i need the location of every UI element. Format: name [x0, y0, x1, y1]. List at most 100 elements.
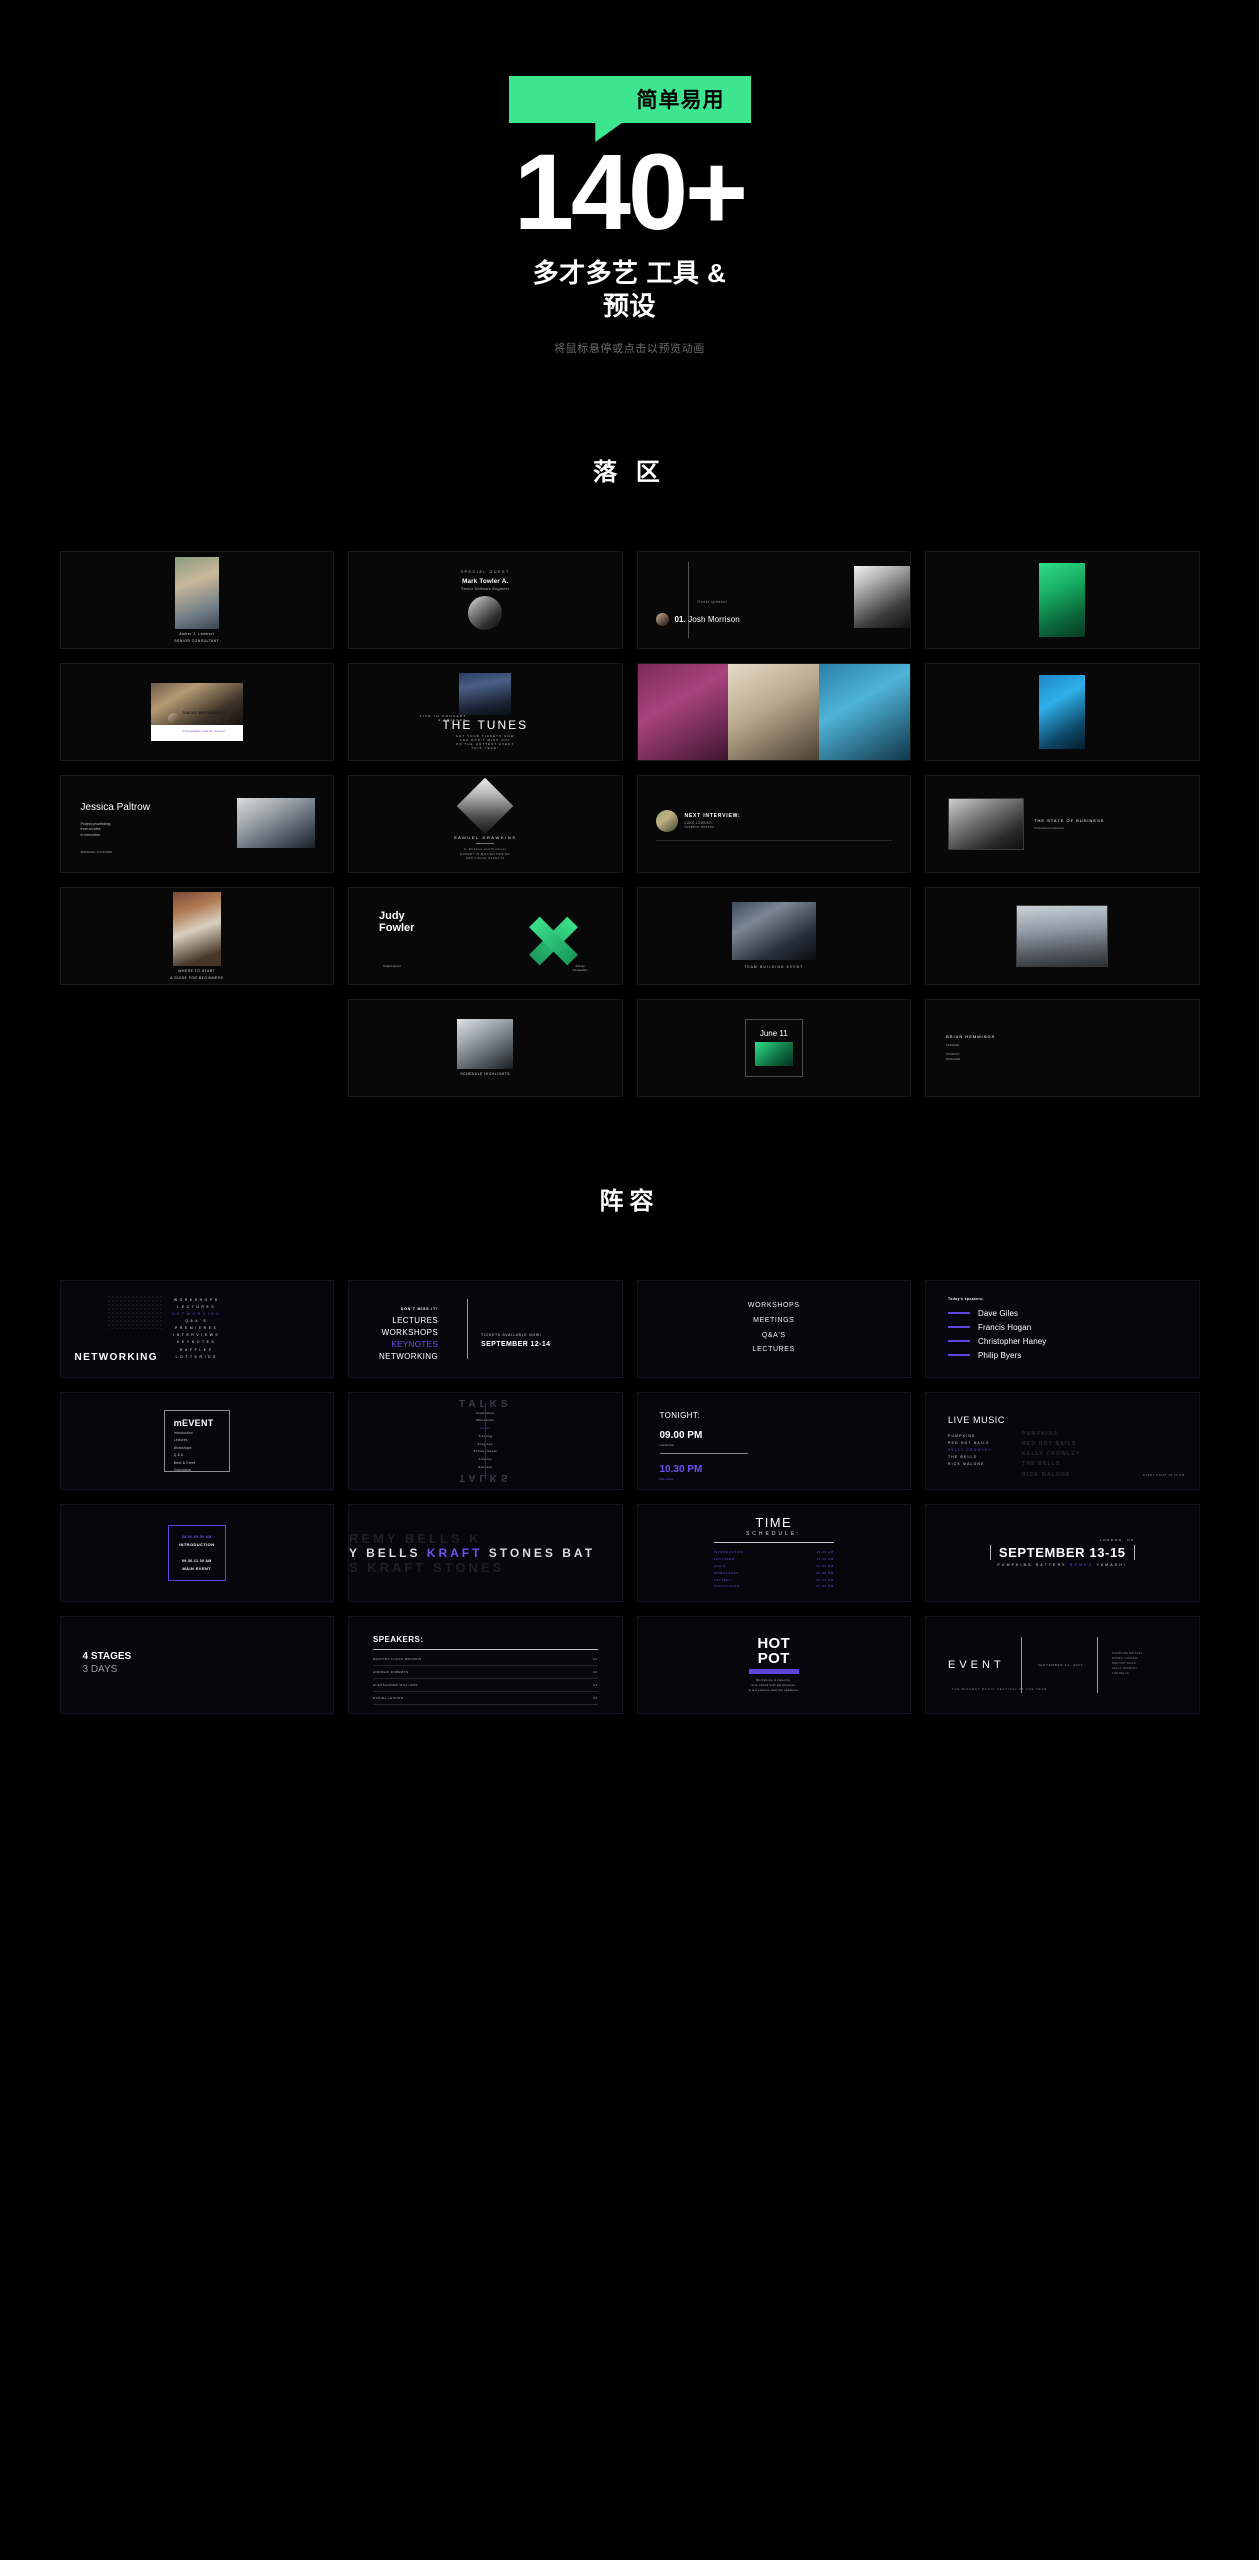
time-value: 09.00 PM	[659, 1429, 703, 1441]
speaker-photo	[854, 565, 910, 628]
schedule-row: Q&A'S 01.00 PM	[714, 1563, 834, 1570]
card-role: A GUIDE FOR BEGINNERS	[170, 975, 224, 980]
list-item: LECTURES	[392, 1315, 439, 1325]
lineup-card-talks[interactable]: TALKS Inspiration Motivation Goals Train…	[348, 1391, 623, 1490]
speaker-row: Philip Byers	[948, 1351, 1183, 1360]
card-heading: LIVE MUSIC	[948, 1414, 1006, 1425]
divider	[687, 561, 689, 638]
speaker-name: ALEKSANDER WILLIAMS	[373, 1682, 418, 1687]
card-sub: SPEAKER	[946, 1043, 960, 1048]
lineup-card-stages[interactable]: 4 STAGES 3 DAYS	[59, 1615, 334, 1714]
lineup-card-band-strip[interactable]: REMY BELLS K Y BELLS KRAFT STONES BAT S …	[348, 1503, 623, 1602]
preset-card[interactable]	[925, 662, 1200, 761]
card-right: TICKETS AVAILABLE NOW! SEPTEMBER 12-14	[481, 1333, 550, 1348]
preset-card[interactable]: Amber J. Lambert SENIOR CONSULTANT	[59, 550, 334, 649]
preset-card[interactable]: WHERE TO START A GUIDE FOR BEGINNERS	[59, 886, 334, 985]
card-foot-left: Today's Guest	[383, 963, 401, 968]
lineup-card-workshops[interactable]: WORKSHOPS MEETINGS Q&A'S LECTURES	[636, 1279, 911, 1378]
card-content: June 11	[744, 1018, 803, 1077]
lineup-card-hot-pot[interactable]: HOT POT Workshops & Catering. Live shows…	[636, 1615, 911, 1714]
card-content: DIEGO HERNANDEZ Photographer and Art dir…	[150, 682, 243, 741]
hero-subtitle: 多才多艺 工具 & 预设	[0, 257, 1259, 324]
list-item: KEYNOTES	[177, 1340, 217, 1345]
schedule-time: 04.30 PM	[816, 1577, 834, 1582]
card-title-line2: POT	[757, 1650, 790, 1668]
schedule-label: INTRODUCTION	[713, 1550, 744, 1555]
card-content: BRIAN HEMMINGS SPEAKER PRODUCT MANAGER	[926, 1000, 1199, 1096]
lineup-card-september[interactable]: LONDON, UK SEPTEMBER 13-15 PUMPKINS BATT…	[925, 1503, 1200, 1602]
lower-thirds-grid: Amber J. Lambert SENIOR CONSULTANT SPECI…	[59, 550, 1200, 985]
card-subtitle: SCHEDULE:	[745, 1531, 802, 1538]
band-row: S KRAFT STONES	[349, 1559, 505, 1575]
list-item-highlight: KEYNOTES	[391, 1339, 439, 1349]
card-foot-right: Actress Competition	[572, 963, 588, 972]
preset-card[interactable]	[925, 886, 1200, 985]
card-content: Jessica Paltrow Project processing: from…	[61, 776, 334, 872]
lineup-card-dont-miss[interactable]: DON'T MISS IT! LECTURES WORKSHOPS KEYNOT…	[348, 1279, 623, 1378]
badge-wrap: 简单易用	[0, 76, 1259, 142]
preset-card[interactable]	[925, 550, 1200, 649]
speaker-row: ANDREW ROBERTS 02	[373, 1670, 598, 1679]
lineup-card-networking[interactable]: WORKSHOPS LECTURES NETWORKING Q&A'S PREM…	[59, 1279, 334, 1378]
card-content: Today's speakers: Dave Giles Francis Hog…	[948, 1297, 1183, 1365]
time-label: MAIN EVENT	[182, 1565, 212, 1571]
preset-card[interactable]: Jessica Paltrow Project processing: from…	[59, 774, 334, 873]
lineup-card-tonight[interactable]: TONIGHT: 09.00 PM Introduction 10.30 PM …	[636, 1391, 911, 1490]
preset-card[interactable]: SAMUEL DRAWKINS A. Director and Producer…	[348, 774, 623, 873]
lineup-card-mevent[interactable]: mEVENT Introduction Lectures Workshops Q…	[59, 1391, 334, 1490]
lineup-card-speakers-today[interactable]: Today's speakers: Dave Giles Francis Hog…	[925, 1279, 1200, 1378]
card-sub: Project processing: from an idea to exec…	[80, 821, 112, 838]
preset-card[interactable]: DIEGO HERNANDEZ Photographer and Art dir…	[59, 662, 334, 761]
time-label: Introduction	[659, 1442, 675, 1447]
card-role: Professional conference	[1034, 825, 1065, 830]
preset-card[interactable]: BRIAN HEMMINGS SPEAKER PRODUCT MANAGER	[925, 998, 1200, 1097]
divider	[467, 1298, 468, 1359]
list-item-highlight: NETWORKING	[172, 1311, 222, 1316]
stages-line1: 4 STAGES	[82, 1650, 132, 1662]
laptop-photo	[457, 1019, 514, 1070]
card-content: TALKS Inspiration Motivation Goals Train…	[459, 1399, 512, 1483]
avatar	[655, 612, 669, 626]
preset-card[interactable]: Guest speaker 01. Josh Morrison	[636, 550, 911, 649]
band-text-a: Y BELLS	[349, 1545, 427, 1560]
speaker-row: ALEKSANDER WILLIAMS 03	[373, 1683, 598, 1692]
speaker-name: MARISSA LUCAS-BROWNS	[373, 1656, 422, 1661]
preset-card[interactable]: THE TUNES GET YOUR TICKETS NOW AND DON'T…	[348, 662, 623, 761]
card-name: WHERE TO START	[178, 968, 216, 973]
card-footer: EVENT START 08.00 PM	[1143, 1473, 1185, 1477]
speaker-meta: 02	[593, 1669, 598, 1674]
preset-card[interactable]: NEXT INTERVIEW: LUKE LOWDER Creative dir…	[636, 774, 911, 873]
card-foot: SPEAKER / FOUNDER	[80, 849, 113, 854]
lineup-card-speakers-list[interactable]: SPEAKERS: MARISSA LUCAS-BROWNS 01 ANDREW…	[348, 1615, 623, 1714]
hero-section: 简单易用 140+ 多才多艺 工具 & 预设 将鼠标悬停或点击以预览动画	[0, 0, 1259, 356]
list-item: LOTTERIES	[175, 1354, 218, 1359]
preset-card[interactable]	[636, 662, 911, 761]
band-row-highlight: Y BELLS KRAFT STONES BAT	[349, 1546, 622, 1560]
lineup-card-live-music[interactable]: LIVE MUSIC PUMPKINS RED HOT NAILS KELLY …	[925, 1391, 1200, 1490]
preset-card[interactable]: June 11	[636, 998, 911, 1097]
lineup-card-schedule-box[interactable]: 08.00-09.00 AM INTRODUCTION 09.30-11.30 …	[59, 1503, 334, 1602]
speaker-meta: 03	[593, 1682, 598, 1687]
preset-card[interactable]: Judy Fowler Today's Guest Actress Compet…	[348, 886, 623, 985]
preset-card[interactable]: THE STATE OF BUSINESS Professional confe…	[925, 774, 1200, 873]
card-sub: THE BIGGEST MUSIC FESTIVAL OF THE YEAR	[952, 1687, 1048, 1691]
section-title-lineup: 阵容	[599, 1187, 660, 1215]
list-item: RICK MALONE	[1022, 1471, 1071, 1478]
card-content: TEAM BUILDING EVENT	[731, 902, 816, 969]
preset-card[interactable]: SCHEDULE HIGHLIGHTS	[348, 998, 623, 1097]
card-title: BRIAN HEMMINGS	[946, 1034, 996, 1040]
list-item: Meet & Greet	[173, 1460, 196, 1465]
speaker-photo	[948, 797, 1024, 850]
lineup-card-event[interactable]: EVENT SEPTEMBER 12, 2022 PUMPKINS BATTER…	[925, 1615, 1200, 1714]
photo-1	[637, 663, 729, 760]
list-item: Q&A'S	[185, 1318, 209, 1323]
speaker-name: Christopher Haney	[978, 1336, 1047, 1346]
avatar	[655, 809, 678, 832]
divider	[485, 1402, 487, 1479]
preset-card[interactable]: TEAM BUILDING EVENT	[636, 886, 911, 985]
time-label: INTRODUCTION	[179, 1541, 215, 1547]
preset-card[interactable]: SPECIAL GUEST Mark Towler A. Senior Soft…	[348, 550, 623, 649]
divider	[713, 1542, 834, 1544]
speaker-photo	[456, 778, 514, 835]
lineup-card-time-schedule[interactable]: TIME SCHEDULE: INTRODUCTION 10.00 AM LEC…	[636, 1503, 911, 1602]
